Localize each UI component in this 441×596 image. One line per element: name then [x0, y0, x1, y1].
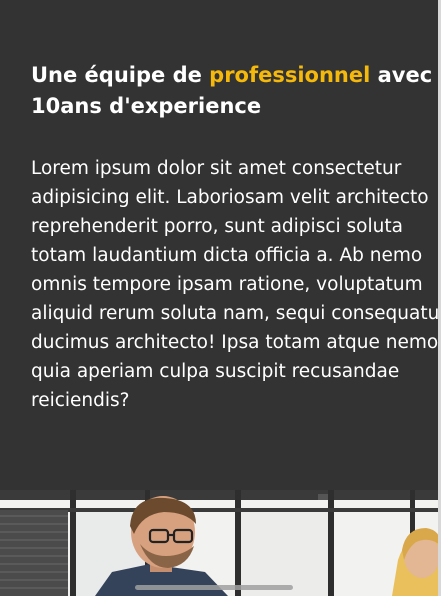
section-paragraph: Lorem ipsum dolor sit amet consectetur a…	[31, 154, 441, 415]
horizontal-scrollbar[interactable]	[135, 585, 293, 590]
headline-line-two: 10ans d'experience	[31, 94, 262, 118]
headline-text-start: Une équipe de	[31, 63, 210, 87]
paragraph-line: aliquid rerum soluta nam, sequi consequa…	[31, 303, 441, 324]
page: Une équipe de professionnel avec 10ans d…	[0, 0, 441, 596]
paragraph-line: reiciendis?	[31, 390, 130, 411]
paragraph-line: omnis tempore ipsam ratione, voluptatum	[31, 274, 423, 295]
about-section: Une équipe de professionnel avec 10ans d…	[0, 0, 441, 490]
team-meeting-photo	[0, 490, 441, 596]
section-headline: Une équipe de professionnel avec 10ans d…	[31, 60, 441, 122]
paragraph-line: adipisicing elit. Laboriosam velit archi…	[31, 187, 429, 208]
paragraph-line: ducimus architecto! Ipsa totam atque nem…	[31, 332, 439, 353]
headline-text-end: avec	[370, 63, 433, 87]
headline-accent-word: professionnel	[209, 63, 371, 87]
paragraph-line: totam laudantium dicta officia a. Ab nem…	[31, 245, 423, 266]
paragraph-line: Lorem ipsum dolor sit amet consectetur	[31, 158, 402, 179]
paragraph-line: quia aperiam culpa suscipit recusandae	[31, 361, 400, 382]
paragraph-line: reprehenderit porro, sunt adipisci solut…	[31, 216, 403, 237]
